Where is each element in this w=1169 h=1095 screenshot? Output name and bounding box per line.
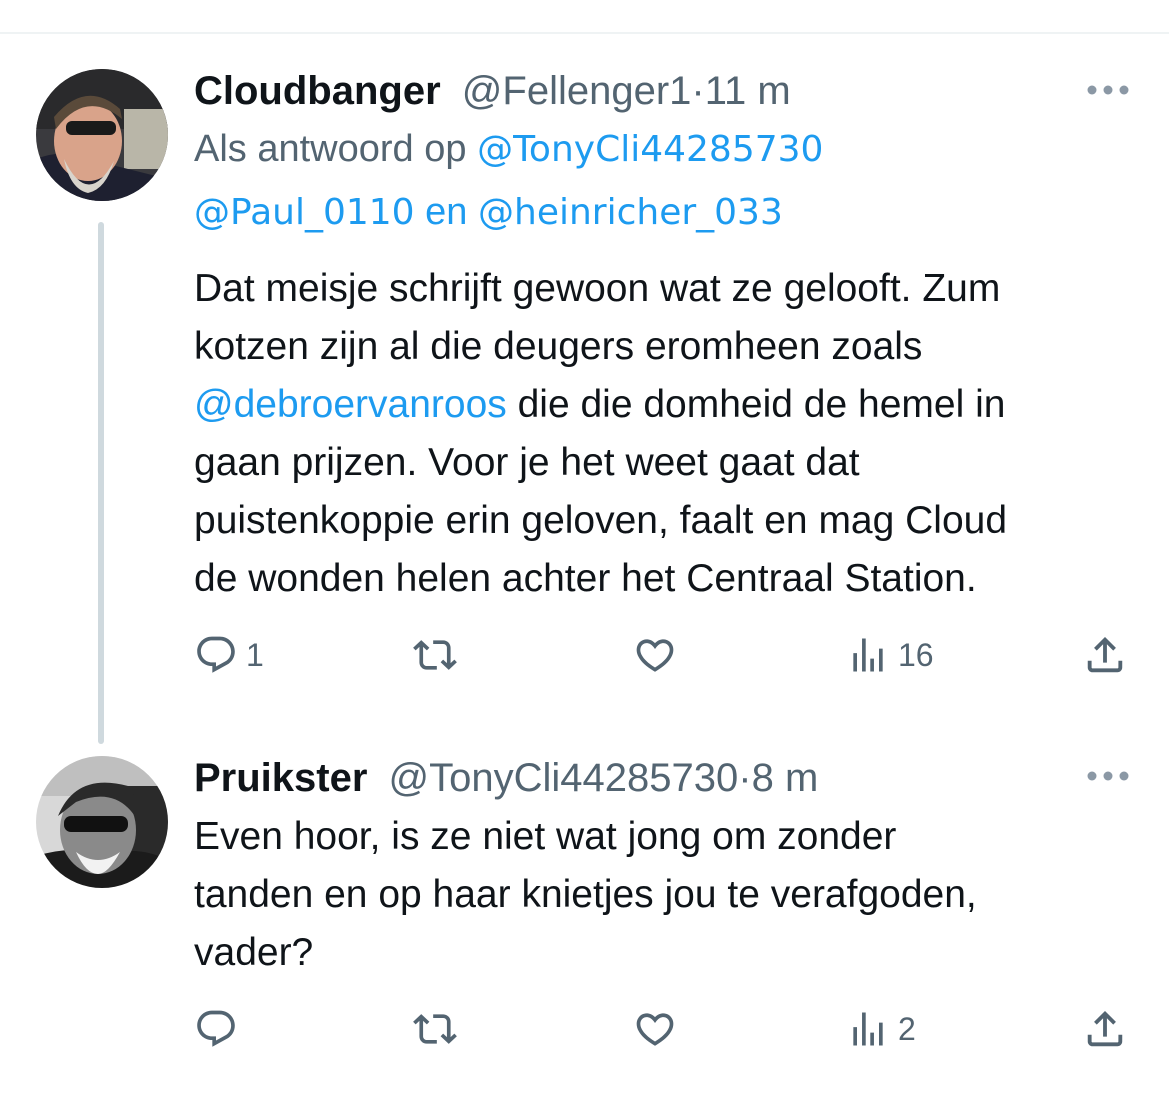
retweet-button[interactable] xyxy=(410,630,468,680)
top-divider xyxy=(0,32,1169,34)
reply-icon xyxy=(197,1010,235,1047)
like-button[interactable] xyxy=(632,1004,686,1054)
like-icon xyxy=(636,1013,674,1046)
reply-conjunction: en xyxy=(425,191,468,233)
tweet-text-segment: die die domheid de hemel in xyxy=(506,383,1006,426)
view-count: 16 xyxy=(898,636,934,673)
retweet-icon xyxy=(413,1014,457,1044)
mention-link[interactable]: @Paul_0110 xyxy=(194,192,415,233)
tweet-text: Dat meisje schrijft gewoon wat ze geloof… xyxy=(194,260,1144,608)
tweet-text-line: tanden en op haar knietjes jou te verafg… xyxy=(194,873,977,916)
tweet-actions: 1 16 xyxy=(194,630,1134,680)
tweet-text-line: kotzen zijn al die deugers eromheen zoal… xyxy=(194,325,923,368)
reply-button[interactable] xyxy=(194,1004,246,1054)
timestamp[interactable]: 11 m xyxy=(705,69,791,113)
tweet-text-line: de wonden helen achter het Centraal Stat… xyxy=(194,557,977,600)
tweet-text-line: @debroervanroos die die domheid de hemel… xyxy=(194,376,1144,434)
user-handle[interactable]: @TonyCli44285730 xyxy=(389,756,739,800)
views-button[interactable]: 2 xyxy=(846,1004,916,1054)
reply-button[interactable]: 1 xyxy=(194,630,264,680)
more-button[interactable] xyxy=(1080,756,1136,796)
mention-link[interactable]: @heinricher_033 xyxy=(478,192,783,233)
share-icon xyxy=(1087,1010,1123,1047)
reply-count: 1 xyxy=(246,636,264,673)
tweet-header: Cloudbanger @Fellenger1·11 m xyxy=(194,67,791,115)
views-button[interactable]: 16 xyxy=(846,630,934,680)
user-handle[interactable]: @Fellenger1 xyxy=(462,69,692,113)
share-button[interactable] xyxy=(1082,630,1128,680)
avatar[interactable] xyxy=(36,69,168,201)
display-name[interactable]: Cloudbanger xyxy=(194,69,441,113)
more-dots-icon xyxy=(1087,771,1129,781)
tweet-text-line: Even hoor, is ze niet wat jong om zonder xyxy=(194,815,897,858)
retweet-button[interactable] xyxy=(410,1004,468,1054)
share-icon xyxy=(1087,636,1123,673)
more-button[interactable] xyxy=(1080,70,1136,110)
mention-link[interactable]: @TonyCli44285730 xyxy=(477,129,823,170)
reply-context-line-2: @Paul_0110 en @heinricher_033 xyxy=(194,181,783,244)
display-name[interactable]: Pruikster xyxy=(194,756,367,800)
like-icon xyxy=(636,639,674,672)
separator-dot: · xyxy=(738,756,752,800)
views-icon xyxy=(853,638,883,672)
tweet-header: Pruikster @TonyCli44285730·8 m xyxy=(194,754,818,802)
tweet-text-line: puistenkoppie erin geloven, faalt en mag… xyxy=(194,499,1008,542)
share-button[interactable] xyxy=(1082,1004,1128,1054)
like-button[interactable] xyxy=(632,630,686,680)
reply-context: Als antwoord op @TonyCli44285730 xyxy=(194,118,823,181)
tweet-text-line: Dat meisje schrijft gewoon wat ze geloof… xyxy=(194,267,1001,310)
tweet-text: Even hoor, is ze niet wat jong om zonder… xyxy=(194,808,1144,982)
view-count: 2 xyxy=(898,1010,916,1047)
reply-prefix: Als antwoord op xyxy=(194,128,467,170)
separator-dot: · xyxy=(691,69,705,113)
tweet-actions: 2 xyxy=(194,1004,1134,1054)
tweet-text-line: gaan prijzen. Voor je het weet gaat dat xyxy=(194,441,860,484)
more-dots-icon xyxy=(1087,85,1129,95)
views-icon xyxy=(853,1012,883,1046)
reply-icon xyxy=(197,636,235,673)
retweet-icon xyxy=(413,640,457,670)
mention-link[interactable]: @debroervanroos xyxy=(194,383,507,426)
tweet-text-line: vader? xyxy=(194,931,314,974)
avatar[interactable] xyxy=(36,756,168,888)
timestamp[interactable]: 8 m xyxy=(752,756,819,800)
thread-line xyxy=(98,222,104,744)
